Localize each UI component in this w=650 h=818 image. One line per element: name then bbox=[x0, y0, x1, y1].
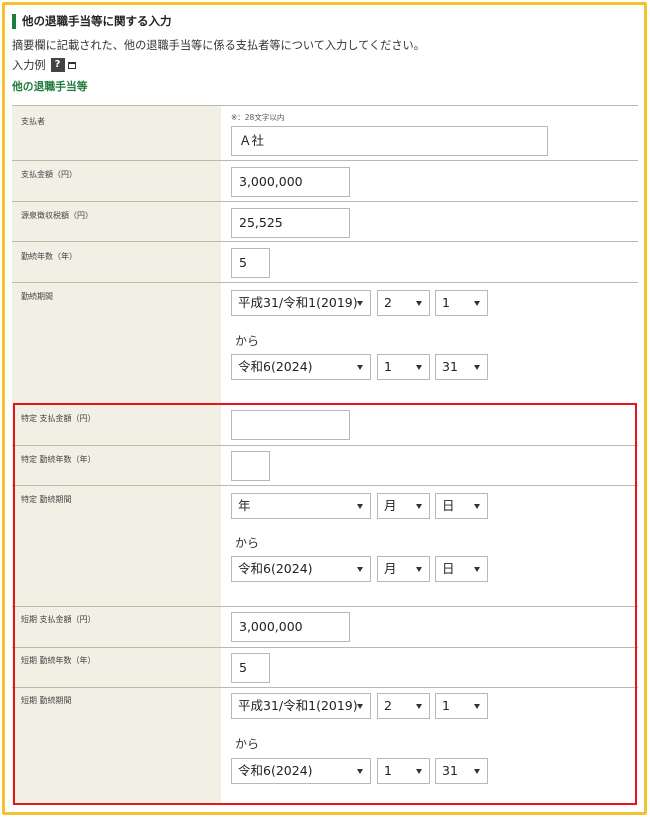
short-period-start-month-select[interactable]: 2 bbox=[377, 693, 430, 719]
chevron-down-icon bbox=[474, 365, 480, 370]
new-window-icon[interactable] bbox=[67, 61, 76, 69]
select-value: 令和6(2024) bbox=[238, 763, 313, 778]
specific-service-years-area bbox=[221, 446, 638, 485]
specific-service-years-input[interactable] bbox=[231, 451, 270, 481]
input-example-label: 入力例 bbox=[12, 59, 46, 72]
service-years-area bbox=[221, 242, 638, 282]
specific-period-start-era-select[interactable]: 年 bbox=[231, 493, 371, 519]
specific-payment-amount-input[interactable] bbox=[231, 410, 350, 440]
select-value: 平成31/令和1(2019) bbox=[238, 698, 358, 713]
payer-label: 支払者 bbox=[21, 117, 45, 126]
chevron-down-icon bbox=[357, 301, 363, 306]
from-text: から bbox=[235, 536, 260, 550]
withholding-tax-label: 源泉徴収税額（円） bbox=[21, 211, 93, 220]
service-period-end-month-select[interactable]: 1 bbox=[377, 354, 430, 380]
short-payment-amount-label: 短期 支払金額（円） bbox=[21, 615, 96, 624]
select-value: 1 bbox=[384, 359, 392, 374]
from-text: から bbox=[235, 737, 260, 751]
specific-period-end-era-select[interactable]: 令和6(2024) bbox=[231, 556, 371, 582]
subsection-title: 他の退職手当等 bbox=[12, 80, 88, 93]
chevron-down-icon bbox=[416, 769, 422, 774]
short-period-end-era-select[interactable]: 令和6(2024) bbox=[231, 758, 371, 784]
select-value: 2 bbox=[384, 295, 392, 310]
chevron-down-icon bbox=[357, 769, 363, 774]
chevron-down-icon bbox=[474, 567, 480, 572]
other-retirement-form: 支払者 ※：28文字以内 Ａ社 支払金額（円） 3,000,000 源泉徴収税額… bbox=[12, 105, 638, 805]
section-header: 他の退職手当等に関する入力 bbox=[12, 13, 172, 29]
short-payment-amount-input[interactable]: 3,000,000 bbox=[231, 612, 350, 642]
chevron-down-icon bbox=[357, 504, 363, 509]
select-value: 2 bbox=[384, 698, 392, 713]
chevron-down-icon bbox=[416, 365, 422, 370]
specific-service-years-label: 特定 勤続年数（年） bbox=[21, 455, 96, 464]
help-icon[interactable]: ? bbox=[50, 58, 65, 72]
chevron-down-icon bbox=[474, 301, 480, 306]
short-service-period-label: 短期 勤続期間 bbox=[21, 696, 72, 705]
short-service-years-area bbox=[221, 648, 638, 687]
service-period-start-day-select[interactable]: 1 bbox=[435, 290, 488, 316]
chevron-down-icon bbox=[357, 704, 363, 709]
select-value: 1 bbox=[384, 763, 392, 778]
short-service-years-label: 短期 勤続年数（年） bbox=[21, 656, 96, 665]
service-period-start-month-select[interactable]: 2 bbox=[377, 290, 430, 316]
withholding-tax-input[interactable]: 25,525 bbox=[231, 208, 350, 238]
service-period-start-era-select[interactable]: 平成31/令和1(2019) bbox=[231, 290, 371, 316]
select-value: 31 bbox=[442, 359, 458, 374]
specific-payment-amount-label: 特定 支払金額（円） bbox=[21, 414, 96, 423]
service-period-end-day-select[interactable]: 31 bbox=[435, 354, 488, 380]
chevron-down-icon bbox=[357, 567, 363, 572]
select-value: 平成31/令和1(2019) bbox=[238, 295, 358, 310]
chevron-down-icon bbox=[474, 769, 480, 774]
specific-service-period-label: 特定 勤続期間 bbox=[21, 495, 72, 504]
chevron-down-icon bbox=[416, 504, 422, 509]
service-period-label: 勤続期間 bbox=[21, 292, 53, 301]
service-period-end-era-select[interactable]: 令和6(2024) bbox=[231, 354, 371, 380]
select-value: 1 bbox=[442, 295, 450, 310]
service-years-input[interactable]: 5 bbox=[231, 248, 270, 278]
payment-amount-input[interactable]: 3,000,000 bbox=[231, 167, 350, 197]
section-marker bbox=[12, 13, 16, 29]
chevron-down-icon bbox=[357, 365, 363, 370]
chevron-down-icon bbox=[474, 504, 480, 509]
short-period-end-day-select[interactable]: 31 bbox=[435, 758, 488, 784]
select-value: 年 bbox=[238, 498, 251, 513]
select-value: 令和6(2024) bbox=[238, 359, 313, 374]
select-value: 月 bbox=[384, 561, 397, 576]
from-text: から bbox=[235, 334, 260, 348]
short-period-start-era-select[interactable]: 平成31/令和1(2019) bbox=[231, 693, 371, 719]
chevron-down-icon bbox=[474, 704, 480, 709]
chevron-down-icon bbox=[416, 301, 422, 306]
short-service-years-input[interactable]: 5 bbox=[231, 653, 270, 683]
section-title: 他の退職手当等に関する入力 bbox=[22, 14, 172, 28]
payer-input[interactable]: Ａ社 bbox=[231, 126, 548, 156]
payment-amount-label: 支払金額（円） bbox=[21, 170, 77, 179]
specific-period-start-day-select[interactable]: 日 bbox=[435, 493, 488, 519]
section-description: 摘要欄に記載された、他の退職手当等に係る支払者等について入力してください。 bbox=[12, 39, 425, 52]
input-example-row: 入力例 ? bbox=[12, 57, 76, 73]
short-period-end-month-select[interactable]: 1 bbox=[377, 758, 430, 784]
select-value: 31 bbox=[442, 763, 458, 778]
select-value: 日 bbox=[442, 498, 455, 513]
select-value: 月 bbox=[384, 498, 397, 513]
chevron-down-icon bbox=[416, 567, 422, 572]
specific-period-end-day-select[interactable]: 日 bbox=[435, 556, 488, 582]
chevron-down-icon bbox=[416, 704, 422, 709]
short-period-start-day-select[interactable]: 1 bbox=[435, 693, 488, 719]
service-years-label: 勤続年数（年） bbox=[21, 252, 77, 261]
select-value: 日 bbox=[442, 561, 455, 576]
select-value: 令和6(2024) bbox=[238, 561, 313, 576]
payer-hint: ※：28文字以内 bbox=[231, 113, 285, 122]
specific-period-start-month-select[interactable]: 月 bbox=[377, 493, 430, 519]
select-value: 1 bbox=[442, 698, 450, 713]
specific-period-end-month-select[interactable]: 月 bbox=[377, 556, 430, 582]
